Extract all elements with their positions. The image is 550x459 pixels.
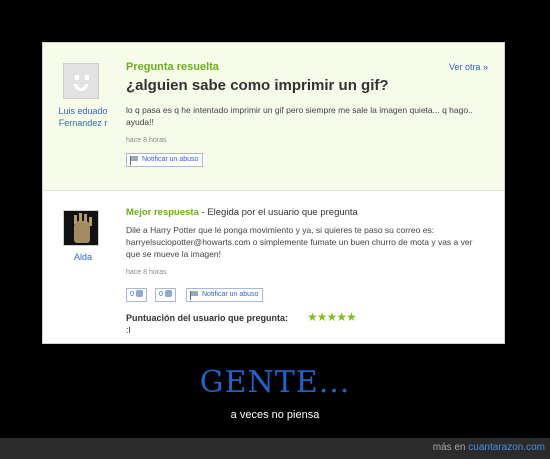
rating-comment: :l — [126, 325, 131, 335]
hand-image — [74, 221, 90, 243]
report-abuse-label: Notificar un abuso — [202, 291, 259, 298]
thumbs-up-icon — [135, 290, 143, 297]
question-title: ¿alguien sabe como imprimir un gif? — [126, 77, 389, 94]
answerer-username-link[interactable]: Alda — [51, 252, 115, 262]
answer-timestamp: hace 8 horas — [126, 269, 167, 276]
footer-prefix: más en — [432, 442, 469, 453]
question-timestamp: hace 8 horas — [126, 137, 167, 144]
flag-icon — [130, 156, 139, 165]
meme-title: GENTE... — [199, 365, 351, 400]
flag-icon — [190, 291, 199, 300]
asker-username-link[interactable]: Luis eduado Fernandez r — [49, 105, 117, 129]
answerer-avatar[interactable] — [63, 210, 99, 246]
question-status: Pregunta resuelta — [126, 61, 219, 73]
answer-body: Dile a Harry Potter que le ponga movimie… — [126, 225, 473, 259]
finger — [89, 217, 92, 226]
thumbs-up-button[interactable]: 0 — [126, 288, 147, 302]
finger — [84, 214, 87, 223]
ver-otra-link[interactable]: Ver otra » — [449, 62, 488, 72]
finger — [79, 213, 82, 222]
avatar-mouth — [74, 84, 88, 91]
best-answer-note: - Elegida por el usuario que pregunta — [198, 207, 358, 218]
best-answer-section: Alda Mejor respuesta - Elegida por el us… — [43, 192, 504, 343]
best-answer-label: Mejor respuesta — [126, 207, 199, 218]
yahoo-answers-screenshot: Luis eduado Fernandez r Pregunta resuelt… — [42, 42, 505, 344]
question-section: Luis eduado Fernandez r Pregunta resuelt… — [43, 43, 504, 191]
thumbs-down-count: 0 — [159, 291, 163, 298]
avatar-eye — [75, 75, 79, 80]
default-avatar-icon[interactable] — [63, 63, 99, 99]
finger — [74, 215, 77, 224]
thumbs-down-button[interactable]: 0 — [155, 288, 176, 302]
footer-bar: más en cuantarazon.com — [0, 438, 550, 459]
report-abuse-label: Notificar un abuso — [142, 156, 199, 163]
star-rating: ★★★★★ — [307, 310, 357, 324]
footer-text: más en cuantarazon.com — [433, 442, 545, 453]
report-abuse-button[interactable]: Notificar un abuso — [186, 288, 264, 302]
thumbs-up-count: 0 — [130, 291, 134, 298]
avatar-eye — [85, 75, 89, 80]
site-link[interactable]: cuantarazon.com — [468, 442, 545, 453]
best-answer-heading: Mejor respuesta - Elegida por el usuario… — [126, 207, 358, 218]
report-abuse-button[interactable]: Notificar un abuso — [126, 153, 204, 167]
question-body: lo q pasa es q he intentado imprimir un … — [126, 105, 473, 127]
meme-caption: a veces no piensa — [230, 409, 320, 421]
rating-label: Puntuación del usuario que pregunta: — [126, 313, 289, 323]
thumbs-down-icon — [164, 290, 172, 297]
